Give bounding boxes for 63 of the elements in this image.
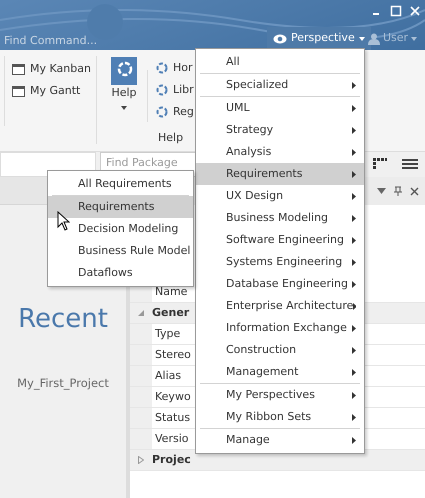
close-icon[interactable] (410, 186, 419, 196)
eye-icon (273, 34, 287, 44)
submenu-arrow-icon (352, 192, 356, 200)
submenu-arrow-icon (352, 436, 356, 444)
submenu-arrow-icon (352, 414, 356, 420)
submenu-arrow-icon (352, 104, 356, 112)
submenu-arrow-icon (352, 368, 356, 376)
submenu-arrow-icon (352, 236, 356, 244)
link-icon (156, 84, 168, 96)
menu-item[interactable]: Business Rule Model (48, 240, 193, 262)
menu-item[interactable]: Systems Engineering (196, 251, 364, 273)
submenu-arrow-icon (353, 302, 356, 310)
group-label: Help (158, 130, 184, 146)
submenu-arrow-icon (352, 324, 356, 332)
caret-icon (121, 106, 127, 110)
mouse-cursor-icon (57, 211, 70, 231)
menu-icon[interactable] (402, 158, 418, 170)
menu-item[interactable]: Strategy (196, 119, 364, 141)
menu-item[interactable]: Dataflows (48, 262, 193, 284)
submenu-arrow-icon (352, 82, 356, 88)
help-book-icon (111, 57, 137, 85)
grid-icon[interactable] (373, 158, 387, 170)
menu-item[interactable]: Requirements (48, 196, 193, 218)
menu-item[interactable]: Specialized (196, 74, 364, 96)
menu-item[interactable]: Manage (196, 429, 364, 451)
link-icon (156, 106, 168, 118)
caret-icon (358, 36, 365, 40)
submenu-arrow-icon (352, 126, 356, 134)
ribbon-item[interactable]: My Gantt (12, 83, 80, 100)
recent-project-link[interactable]: My_First_Project (17, 375, 109, 392)
help-button[interactable]: Help (106, 57, 142, 110)
menu-item[interactable]: Software Engineering (196, 229, 364, 251)
help-link[interactable]: Reg (156, 104, 194, 120)
submenu-arrow-icon (352, 280, 356, 288)
menu-item[interactable]: Decision Modeling (48, 218, 193, 240)
menu-item[interactable]: My Ribbon Sets (196, 406, 364, 428)
menu-item[interactable]: UX Design (196, 185, 364, 207)
recent-heading: Recent (18, 303, 108, 336)
menu-item[interactable]: Requirements (196, 163, 364, 185)
window-icon (12, 64, 25, 75)
help-link[interactable]: Libr (156, 82, 194, 98)
submenu-arrow-icon (352, 258, 356, 266)
submenu-arrow-icon (352, 346, 356, 354)
dropdown-icon[interactable] (377, 188, 386, 194)
submenu-arrow-icon (352, 170, 356, 178)
pin-icon[interactable] (394, 186, 402, 196)
menu-item[interactable]: All (196, 51, 364, 73)
group-label: Gener (152, 304, 190, 321)
window-icon (12, 86, 25, 97)
ribbon-item[interactable]: My Kanban (12, 61, 91, 78)
group-label: Projec (152, 452, 191, 468)
menu-item[interactable]: Business Modeling (196, 207, 364, 229)
help-link[interactable]: Hor (156, 60, 193, 76)
menu-item[interactable]: UML (196, 97, 364, 119)
maximize-icon[interactable] (390, 5, 402, 17)
submenu-arrow-icon (352, 214, 356, 222)
perspective-button[interactable]: Perspective (267, 27, 371, 50)
submenu-arrow-icon (352, 392, 356, 398)
link-icon (156, 62, 168, 74)
submenu-arrow-icon (352, 148, 356, 156)
user-icon (368, 32, 380, 44)
menu-item[interactable]: My Perspectives (196, 384, 364, 406)
caret-icon (411, 36, 418, 40)
